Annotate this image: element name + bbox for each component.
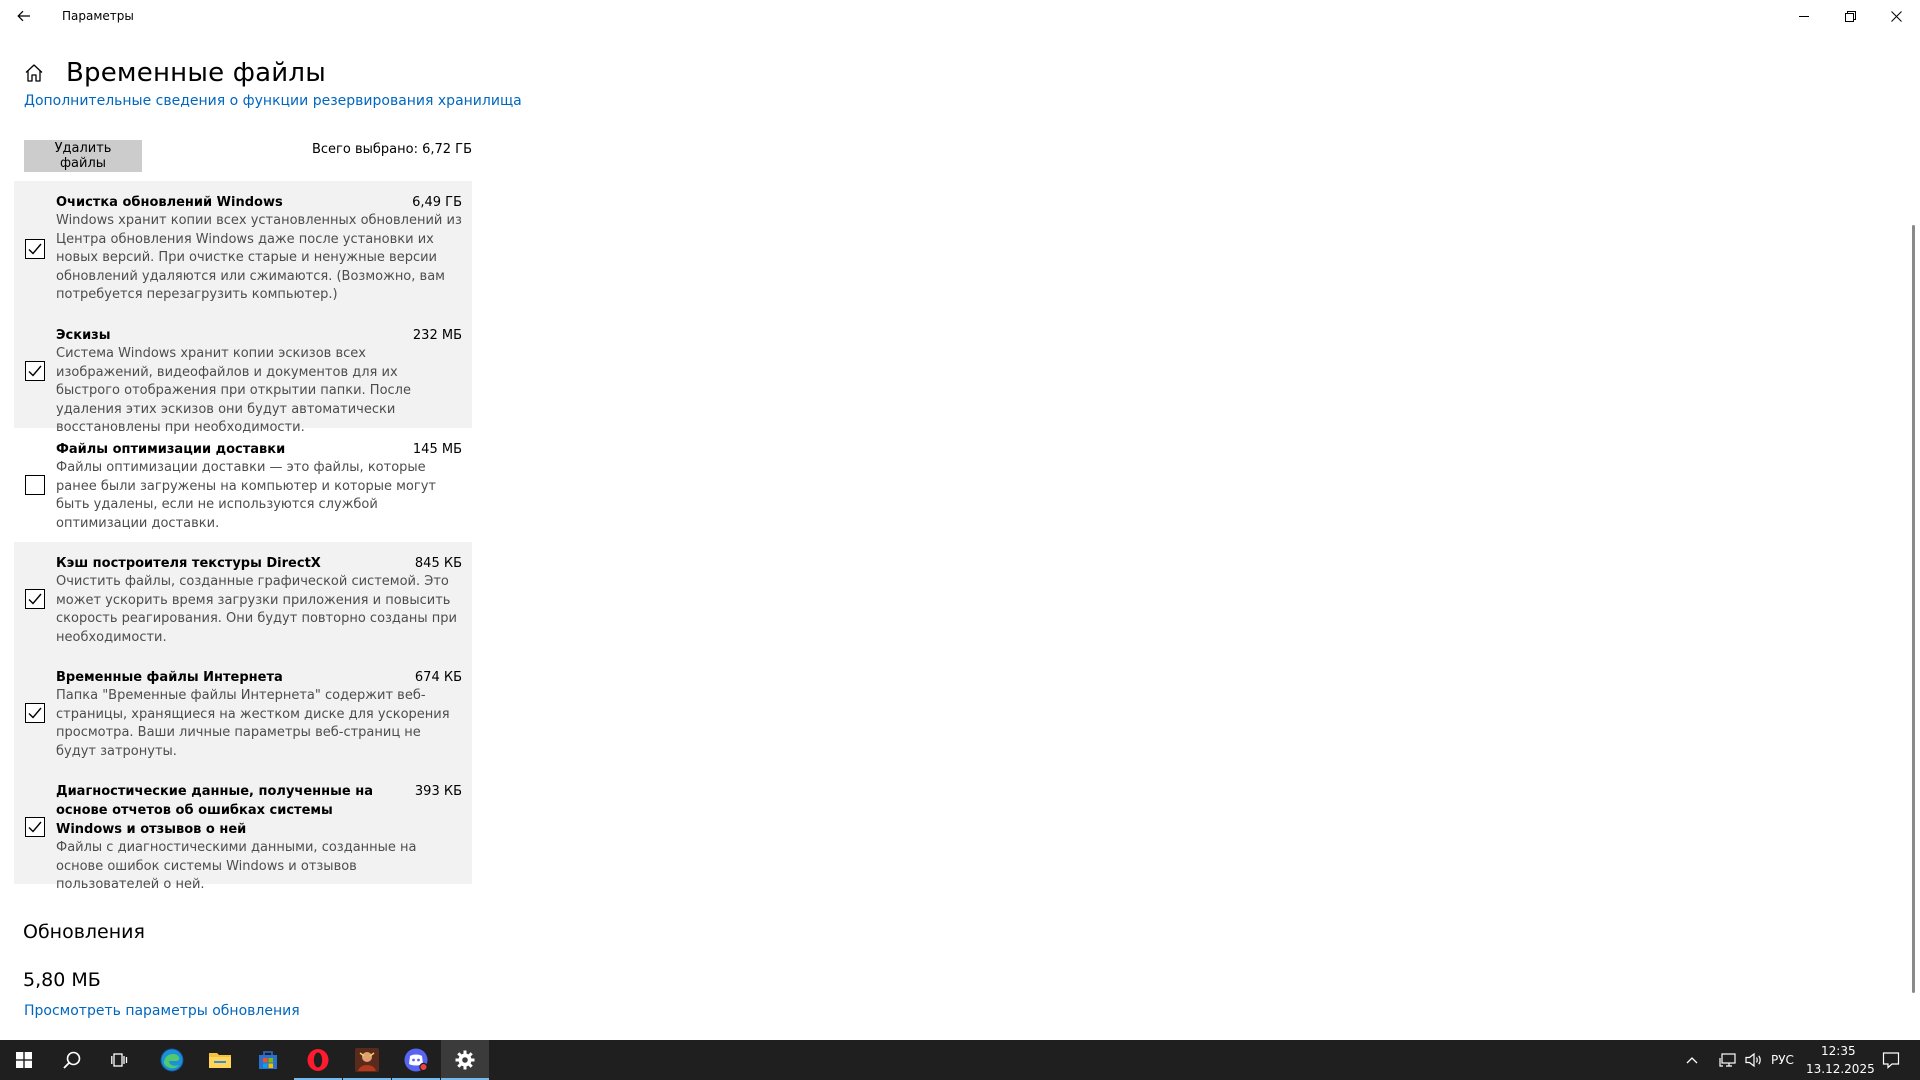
network-icon	[1719, 1053, 1736, 1067]
list-item-temporary-internet-files[interactable]: Временные файлы Интернета 674 КБ Папка "…	[14, 656, 472, 770]
page-title: Временные файлы	[66, 58, 326, 88]
taskbar-opera[interactable]	[294, 1040, 342, 1080]
scrollbar[interactable]	[1912, 225, 1915, 993]
item-size: 393 КБ	[414, 784, 462, 799]
language-indicator[interactable]: РУС	[1771, 1053, 1794, 1067]
list-item-delivery-optimization[interactable]: Файлы оптимизации доставки 145 МБ Файлы …	[14, 428, 472, 542]
close-icon	[1890, 10, 1902, 22]
view-update-settings-link[interactable]: Просмотреть параметры обновления	[24, 1003, 300, 1019]
window-title: Параметры	[62, 9, 134, 23]
item-name: Файлы оптимизации доставки	[56, 442, 286, 457]
search-button[interactable]	[48, 1040, 96, 1080]
item-description: Система Windows хранит копии эскизов все…	[56, 346, 411, 436]
total-selected-label: Всего выбрано: 6,72 ГБ	[311, 142, 472, 157]
discord-icon	[404, 1048, 428, 1072]
page-header: Временные файлы	[22, 54, 326, 92]
home-icon[interactable]	[22, 61, 46, 85]
updates-section-title: Обновления	[23, 921, 145, 943]
item-name: Диагностические данные, полученные на ос…	[56, 784, 373, 837]
restore-button[interactable]	[1827, 0, 1873, 32]
checkbox[interactable]	[25, 475, 45, 495]
list-item-diagnostic-data[interactable]: Диагностические данные, полученные на ос…	[14, 770, 472, 892]
checkbox[interactable]	[25, 361, 45, 381]
delete-files-button[interactable]: Удалить файлы	[24, 140, 142, 172]
clock-date[interactable]: 13.12.2025	[1806, 1062, 1875, 1076]
minimize-icon	[1799, 16, 1809, 17]
back-button[interactable]	[6, 0, 42, 32]
checkmark-icon	[28, 821, 42, 833]
item-size: 6,49 ГБ	[412, 195, 462, 210]
checkmark-icon	[28, 593, 42, 605]
action-center-button[interactable]	[1871, 1040, 1911, 1080]
taskbar-file-explorer[interactable]	[196, 1040, 244, 1080]
search-icon	[63, 1051, 81, 1069]
item-name: Временные файлы Интернета	[56, 670, 283, 685]
taskbar-settings[interactable]	[441, 1040, 489, 1080]
checkmark-icon	[28, 365, 42, 377]
list-item-directx-shader-cache[interactable]: Кэш построителя текстуры DirectX 845 КБ …	[14, 542, 472, 656]
start-button[interactable]	[0, 1040, 48, 1080]
item-description: Очистить файлы, созданные графической си…	[56, 574, 457, 645]
restore-icon	[1844, 10, 1856, 22]
checkbox[interactable]	[25, 239, 45, 259]
game-icon	[355, 1048, 379, 1072]
checkbox[interactable]	[25, 817, 45, 837]
store-icon	[259, 1051, 277, 1069]
show-hidden-icons-button[interactable]	[1680, 1040, 1704, 1080]
settings-icon	[455, 1050, 475, 1070]
taskbar-store[interactable]	[244, 1040, 292, 1080]
list-item-thumbnails[interactable]: Эскизы 232 МБ Система Windows хранит коп…	[14, 314, 472, 435]
checkmark-icon	[28, 243, 42, 255]
volume-button[interactable]	[1742, 1040, 1766, 1080]
clock-time[interactable]: 12:35	[1821, 1044, 1856, 1058]
chevron-up-icon	[1686, 1057, 1698, 1064]
item-name: Очистка обновлений Windows	[56, 195, 283, 210]
item-description: Файлы оптимизации доставки — это файлы, …	[56, 460, 436, 531]
opera-icon	[307, 1049, 329, 1071]
task-view-button[interactable]	[96, 1040, 144, 1080]
item-size: 845 КБ	[414, 556, 462, 571]
taskbar-edge[interactable]	[148, 1040, 196, 1080]
item-description: Файлы с диагностическими данными, создан…	[56, 840, 417, 893]
storage-sense-info-link[interactable]: Дополнительные сведения о функции резерв…	[24, 93, 522, 109]
file-explorer-icon	[209, 1053, 231, 1068]
back-arrow-icon	[17, 10, 30, 22]
notification-icon	[1882, 1052, 1900, 1069]
speaker-icon	[1745, 1052, 1761, 1068]
close-button[interactable]	[1873, 0, 1919, 32]
windows-logo-icon	[16, 1052, 32, 1068]
taskbar: РУС 12:35 13.12.2025	[0, 1040, 1920, 1080]
item-description: Windows хранит копии всех установленных …	[56, 213, 462, 303]
list-item-windows-update-cleanup[interactable]: Очистка обновлений Windows 6,49 ГБ Windo…	[14, 181, 472, 314]
edge-icon	[160, 1048, 184, 1072]
item-name: Кэш построителя текстуры DirectX	[56, 556, 321, 571]
task-view-icon	[111, 1053, 128, 1067]
item-name: Эскизы	[56, 328, 111, 343]
temp-files-list: Очистка обновлений Windows 6,49 ГБ Windo…	[14, 181, 472, 892]
item-size: 145 МБ	[412, 442, 462, 457]
checkbox[interactable]	[25, 703, 45, 723]
network-button[interactable]	[1716, 1040, 1740, 1080]
taskbar-game[interactable]	[343, 1040, 391, 1080]
taskbar-discord[interactable]	[392, 1040, 440, 1080]
title-bar: Параметры	[0, 0, 1920, 32]
minimize-button[interactable]	[1781, 0, 1827, 32]
checkmark-icon	[28, 707, 42, 719]
item-description: Папка "Временные файлы Интернета" содерж…	[56, 688, 450, 759]
updates-size: 5,80 МБ	[23, 969, 101, 991]
item-size: 232 МБ	[412, 328, 462, 343]
checkbox[interactable]	[25, 589, 45, 609]
item-size: 674 КБ	[414, 670, 462, 685]
